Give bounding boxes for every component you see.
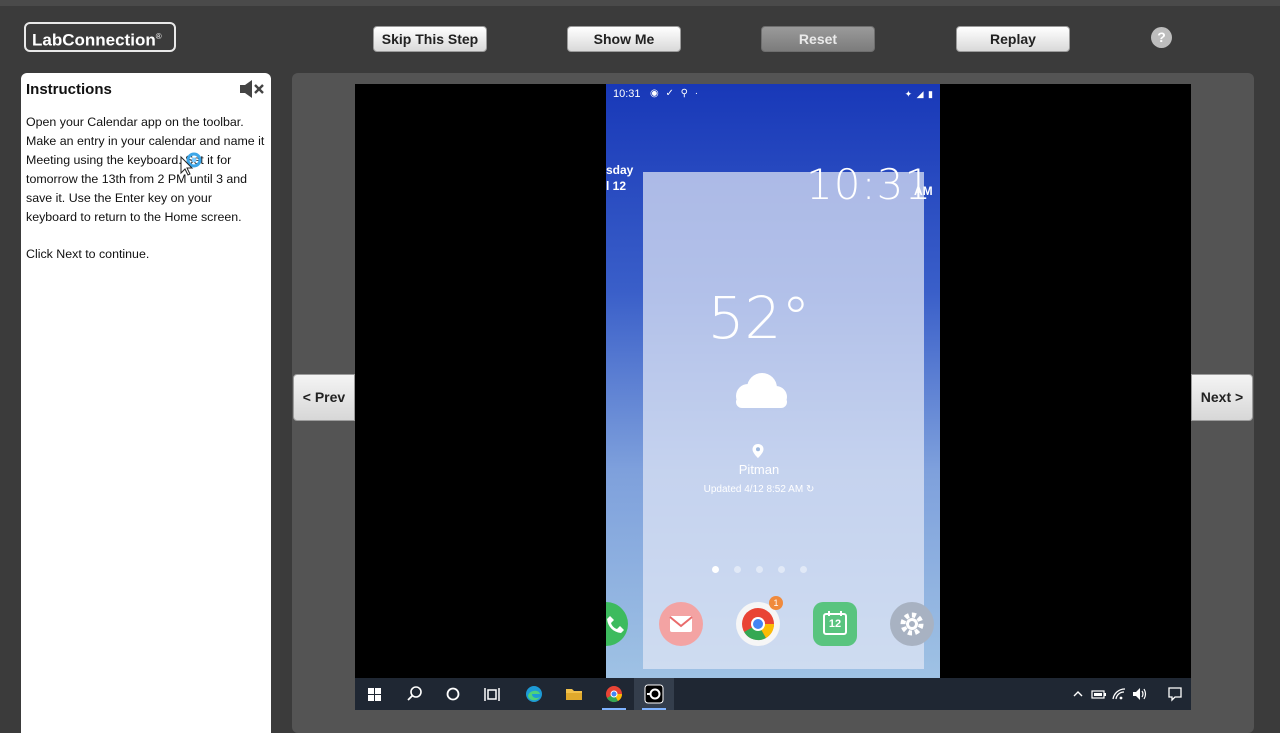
status-time: 10:31 bbox=[613, 88, 641, 100]
edge-button[interactable] bbox=[514, 678, 554, 710]
cortana-icon bbox=[446, 687, 460, 701]
edge-icon bbox=[526, 686, 542, 702]
speaker-mute-icon[interactable] bbox=[239, 80, 265, 98]
logo-registered-mark: ® bbox=[155, 32, 162, 41]
weather-updated-text: Updated 4/12 8:52 AM bbox=[703, 484, 804, 495]
continue-hint: Click Next to continue. bbox=[26, 247, 150, 262]
next-button[interactable]: Next > bbox=[1191, 374, 1253, 421]
start-icon bbox=[368, 688, 381, 701]
refresh-icon[interactable]: ↻ bbox=[806, 484, 814, 495]
page-dot bbox=[734, 566, 741, 573]
logo-text: LabConnection bbox=[32, 30, 156, 50]
page-dot bbox=[712, 566, 719, 573]
instructions-panel: Instructions Open your Calendar app on t… bbox=[21, 73, 271, 733]
email-app-icon[interactable] bbox=[659, 602, 703, 646]
replay-button[interactable]: Replay bbox=[956, 26, 1070, 52]
temperature: 52° bbox=[707, 284, 811, 352]
date-fragment: sday l 12 bbox=[606, 162, 633, 194]
chrome-notification-badge: 1 bbox=[769, 596, 783, 610]
search-button[interactable] bbox=[395, 678, 435, 710]
phone-app-icon[interactable] bbox=[606, 602, 628, 646]
task-view-icon bbox=[484, 688, 500, 701]
calendar-app-icon[interactable]: 12 bbox=[813, 602, 857, 646]
notification-icon[interactable] bbox=[1167, 686, 1183, 702]
instructions-body: Open your Calendar app on the toolbar. M… bbox=[26, 113, 266, 283]
start-button[interactable] bbox=[355, 678, 395, 710]
page-dot bbox=[800, 566, 807, 573]
location-pin-icon bbox=[752, 444, 764, 458]
weather-widget-panel[interactable] bbox=[643, 172, 924, 669]
weather-location: Pitman bbox=[738, 462, 780, 477]
task-view-button[interactable] bbox=[472, 678, 512, 710]
reset-button[interactable]: Reset bbox=[761, 26, 875, 52]
cursor-click-indicator bbox=[180, 152, 202, 176]
status-system-icons: ✦ ◢ ▮ bbox=[904, 89, 934, 99]
skip-step-button[interactable]: Skip This Step bbox=[373, 26, 487, 52]
app-active-icon bbox=[644, 684, 664, 704]
clock-ampm: AM bbox=[914, 184, 933, 198]
labconnection-logo: LabConnection® bbox=[24, 22, 176, 52]
volume-icon[interactable] bbox=[1131, 686, 1149, 702]
wifi-icon[interactable] bbox=[1111, 686, 1127, 702]
windows-taskbar bbox=[355, 678, 1191, 710]
top-border bbox=[0, 0, 1280, 6]
phone-home-screen[interactable]: 10:31 ◉ ✓ ⚲ · ✦ ◢ ▮ sday l 12 10:31 AM 5… bbox=[606, 84, 940, 678]
chevron-up-icon[interactable] bbox=[1071, 687, 1085, 701]
system-tray bbox=[1067, 678, 1191, 710]
date-line-2: l 12 bbox=[606, 179, 627, 193]
page-dot bbox=[778, 566, 785, 573]
chrome-icon bbox=[606, 686, 623, 703]
prev-button[interactable]: < Prev bbox=[293, 374, 355, 421]
status-notification-icons: ◉ ✓ ⚲ · bbox=[650, 88, 701, 99]
instructions-text: Open your Calendar app on the toolbar. M… bbox=[26, 115, 265, 224]
battery-icon[interactable] bbox=[1091, 687, 1107, 701]
file-explorer-icon bbox=[566, 689, 582, 700]
active-app-button[interactable] bbox=[634, 678, 674, 710]
chrome-taskbar-button[interactable] bbox=[594, 678, 634, 710]
search-icon bbox=[407, 686, 422, 701]
calendar-date-label: 12 bbox=[828, 618, 842, 630]
instructions-title: Instructions bbox=[26, 81, 112, 98]
page-indicator bbox=[712, 566, 812, 574]
show-me-button[interactable]: Show Me bbox=[567, 26, 681, 52]
page-dot bbox=[756, 566, 763, 573]
file-explorer-button[interactable] bbox=[554, 678, 594, 710]
cortana-button[interactable] bbox=[433, 678, 473, 710]
weather-updated: Updated 4/12 8:52 AM ↻ bbox=[606, 484, 912, 495]
phone-status-bar: 10:31 ◉ ✓ ⚲ · ✦ ◢ ▮ bbox=[606, 84, 940, 104]
date-line-1: sday bbox=[606, 163, 634, 177]
cloud-icon bbox=[736, 373, 787, 408]
settings-app-icon[interactable] bbox=[890, 602, 934, 646]
help-button[interactable]: ? bbox=[1151, 27, 1172, 48]
